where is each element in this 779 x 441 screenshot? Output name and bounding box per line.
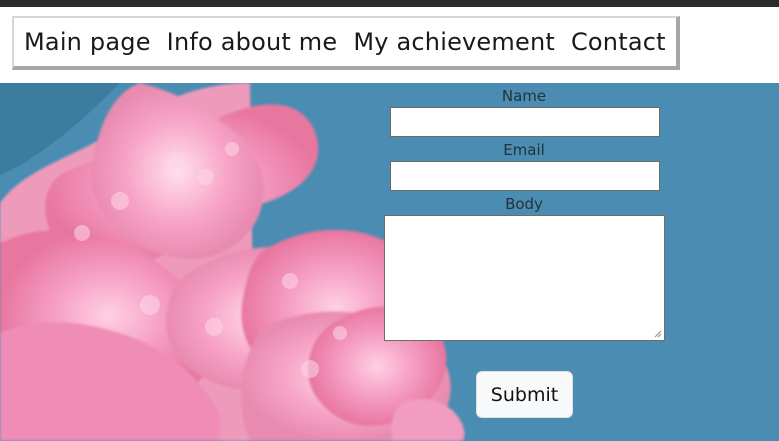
email-label: Email xyxy=(503,141,545,159)
name-label: Name xyxy=(501,87,547,105)
submit-button[interactable]: Submit xyxy=(476,371,573,418)
name-input[interactable] xyxy=(390,107,660,137)
main-navigation: Main page Info about me My achievement C… xyxy=(12,16,680,70)
contact-hero: Name Email Body Submit xyxy=(0,83,779,441)
body-textarea[interactable] xyxy=(384,215,665,341)
nav-link-contact[interactable]: Contact xyxy=(571,30,666,54)
navigation-area: Main page Info about me My achievement C… xyxy=(0,7,779,83)
top-dark-strip xyxy=(0,0,779,7)
contact-form: Name Email Body Submit xyxy=(384,83,665,441)
email-input[interactable] xyxy=(390,161,660,191)
nav-link-main-page[interactable]: Main page xyxy=(24,30,151,54)
body-label: Body xyxy=(505,195,543,213)
nav-link-my-achievement[interactable]: My achievement xyxy=(353,30,555,54)
nav-link-info-about-me[interactable]: Info about me xyxy=(167,30,338,54)
textarea-resize-grip-icon[interactable] xyxy=(654,330,662,338)
